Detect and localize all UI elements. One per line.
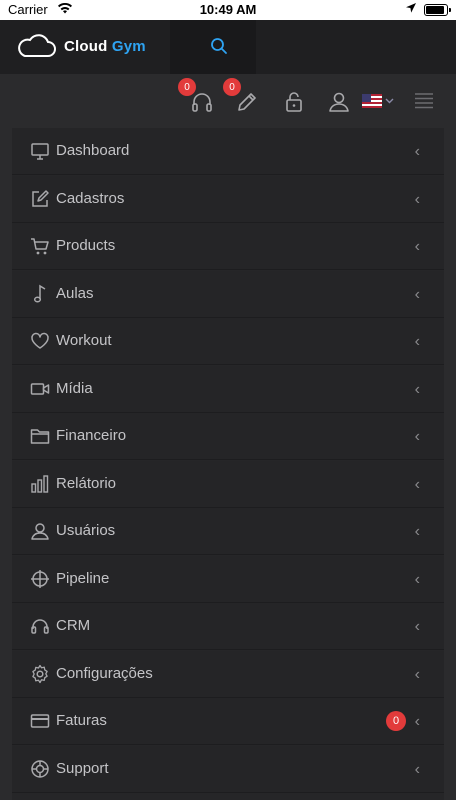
menu-item-cadastros[interactable]: Cadastros ‹ (12, 175, 444, 223)
chevron-left-icon: ‹ (414, 665, 420, 683)
cart-icon (30, 236, 50, 256)
menu-item-support[interactable]: Support ‹ (12, 745, 444, 793)
menu-item-label: CRM (56, 617, 91, 634)
credit-card-icon (30, 711, 50, 731)
bar-chart-icon (30, 474, 50, 494)
gear-icon (30, 664, 50, 684)
menu-item-usuarios[interactable]: Usuários ‹ (12, 508, 444, 555)
menu-item-label: Dashboard (56, 142, 130, 159)
menu-item-workout[interactable]: Workout ‹ (12, 318, 444, 365)
crosshair-icon (30, 569, 50, 589)
side-menu: Dashboard ‹ Cadastros ‹ Products ‹ Aulas… (12, 128, 444, 800)
menu-item-label: Aulas (56, 284, 94, 302)
menu-item-label: Support (56, 759, 109, 777)
menu-item-label: Faturas (56, 712, 107, 729)
chevron-left-icon: ‹ (414, 380, 420, 398)
search-button[interactable] (170, 20, 256, 74)
cloud-logo-icon (16, 34, 56, 58)
menu-item-label: Usuários (56, 522, 116, 539)
chevron-left-icon: ‹ (414, 713, 420, 730)
menu-item-financeiro[interactable]: Financeiro ‹ (12, 413, 444, 460)
menu-item-configuracoes[interactable]: Configurações ‹ (12, 650, 444, 698)
chevron-left-icon: ‹ (414, 428, 420, 445)
headset-icon (30, 616, 50, 636)
support-badge: 0 (178, 78, 196, 96)
user-icon (30, 521, 50, 541)
menu-item-label: Products (56, 237, 116, 254)
location-arrow-icon (406, 3, 416, 13)
profile-button[interactable] (327, 90, 351, 114)
status-bar: Carrier 10:49 AM (0, 0, 456, 20)
menu-toggle-button[interactable] (414, 92, 434, 110)
menu-item-label: Cadastros (56, 189, 125, 207)
menu-item-label: Configurações (56, 664, 153, 682)
headphones-icon (190, 90, 214, 114)
language-selector[interactable] (362, 94, 394, 108)
chevron-left-icon: ‹ (414, 475, 420, 493)
menu-item-dashboard[interactable]: Dashboard ‹ (12, 128, 444, 175)
chevron-down-icon (385, 98, 394, 104)
video-icon (30, 379, 50, 399)
chevron-left-icon: ‹ (414, 190, 420, 208)
chevron-left-icon: ‹ (414, 570, 420, 588)
lock-icon (283, 90, 305, 114)
battery-icon (424, 4, 451, 16)
edit-icon (30, 189, 50, 209)
menu-item-pipeline[interactable]: Pipeline ‹ (12, 555, 444, 603)
menu-item-label: Mídia (56, 379, 93, 397)
faturas-badge: 0 (386, 711, 406, 731)
folder-icon (30, 426, 50, 446)
music-note-icon (30, 284, 50, 304)
menu-item-label: Workout (56, 332, 112, 349)
menu-item-label: Relátorio (56, 474, 117, 492)
lifebuoy-icon (30, 759, 50, 779)
menu-item-label: Pipeline (56, 569, 110, 587)
menu-item-relatorio[interactable]: Relátorio ‹ (12, 460, 444, 508)
menu-item-crm[interactable]: CRM ‹ (12, 603, 444, 650)
chevron-left-icon: ‹ (414, 285, 420, 303)
logo-word-cloud: Cloud (64, 37, 108, 55)
edit-badge: 0 (223, 78, 241, 96)
menu-item-aulas[interactable]: Aulas ‹ (12, 270, 444, 318)
logo[interactable]: Cloud Gym (16, 34, 146, 58)
monitor-icon (30, 141, 50, 161)
menu-item-midia[interactable]: Mídia ‹ (12, 365, 444, 413)
logo-text: Cloud Gym (64, 38, 146, 55)
toolbar: 0 0 (0, 74, 456, 128)
edit-button[interactable]: 0 (223, 78, 259, 114)
clock: 10:49 AM (199, 2, 257, 17)
menu-item-products[interactable]: Products ‹ (12, 223, 444, 270)
logo-word-gym: Gym (111, 37, 146, 55)
chevron-left-icon: ‹ (414, 333, 420, 350)
support-button[interactable]: 0 (178, 78, 214, 114)
chevron-left-icon: ‹ (414, 523, 420, 540)
chevron-left-icon: ‹ (414, 760, 420, 778)
app-header: Cloud Gym (0, 20, 456, 74)
menu-item-label: Financeiro (56, 427, 127, 444)
chevron-left-icon: ‹ (414, 618, 420, 635)
menu-item-faturas[interactable]: Faturas 0 ‹ (12, 698, 444, 745)
lock-button[interactable] (283, 90, 305, 114)
menu-icon (414, 92, 434, 110)
user-icon (327, 90, 351, 114)
chevron-left-icon: ‹ (414, 238, 420, 255)
heart-icon (30, 331, 50, 351)
us-flag-icon (362, 94, 382, 108)
chevron-left-icon: ‹ (414, 143, 420, 160)
pencil-icon (235, 90, 259, 114)
